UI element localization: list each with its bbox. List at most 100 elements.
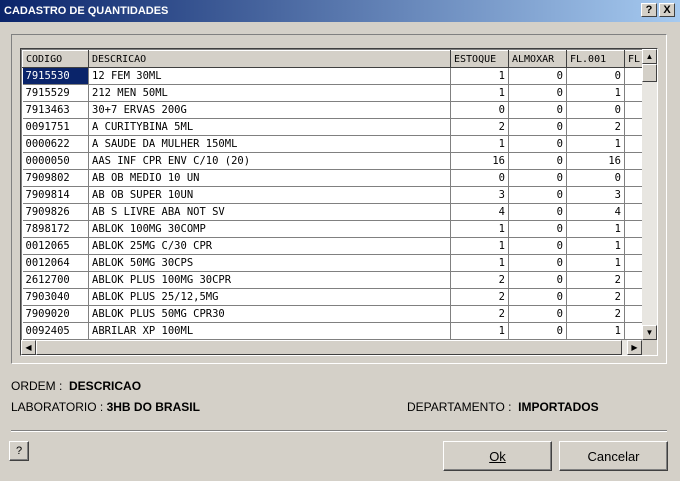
column-header[interactable]: ESTOQUE <box>450 50 509 68</box>
table-cell[interactable]: 1 <box>450 254 509 272</box>
table-cell[interactable]: 0000050 <box>22 152 89 170</box>
table-cell[interactable]: 1 <box>450 135 509 153</box>
table-cell[interactable]: 0 <box>508 288 567 306</box>
horizontal-scrollbar[interactable]: ◀ ▶ <box>21 340 642 355</box>
table-cell[interactable]: 0012064 <box>22 254 89 272</box>
table-row[interactable]: 7909802 AB OB MEDIO 10 UN 0 0 0 <box>22 169 645 187</box>
table-cell[interactable]: 0 <box>508 101 567 119</box>
cancel-button[interactable]: Cancelar <box>559 441 668 471</box>
table-cell[interactable]: 1 <box>450 237 509 255</box>
table-row[interactable]: 7909020 ABLOK PLUS 50MG CPR30 2 0 2 <box>22 305 645 323</box>
table-cell[interactable]: 1 <box>450 67 509 85</box>
table-row[interactable]: 2612700 ABLOK PLUS 100MG 30CPR 2 0 2 <box>22 271 645 289</box>
table-cell[interactable]: 3 <box>450 186 509 204</box>
table-cell[interactable]: 1 <box>566 322 625 340</box>
table-cell[interactable]: ABLOK 100MG 30COMP <box>88 220 451 238</box>
table-cell[interactable]: 1 <box>450 322 509 340</box>
table-row[interactable]: 0000050 AAS INF CPR ENV C/10 (20) 16 0 16 <box>22 152 645 170</box>
table-cell[interactable]: 1 <box>566 84 625 102</box>
table-row[interactable]: 7898172 ABLOK 100MG 30COMP 1 0 1 <box>22 220 645 238</box>
table-cell[interactable]: 0 <box>566 101 625 119</box>
table-row[interactable]: 7903040 ABLOK PLUS 25/12,5MG 2 0 2 <box>22 288 645 306</box>
table-cell[interactable]: 2 <box>450 288 509 306</box>
table-row[interactable]: 0091751 A CURITYBINA 5ML 2 0 2 <box>22 118 645 136</box>
title-help-button[interactable]: ? <box>641 3 657 17</box>
table-cell[interactable]: 0 <box>566 67 625 85</box>
table-cell[interactable]: 1 <box>450 84 509 102</box>
table-cell[interactable]: 7909814 <box>22 186 89 204</box>
column-header[interactable]: DESCRICAO <box>88 50 451 68</box>
table-cell[interactable]: 2 <box>566 305 625 323</box>
table-cell[interactable]: ABLOK 25MG C/30 CPR <box>88 237 451 255</box>
column-header[interactable]: ALMOXAR <box>508 50 567 68</box>
table-cell[interactable]: 212 MEN 50ML <box>88 84 451 102</box>
table-cell[interactable]: 0 <box>450 101 509 119</box>
table-cell[interactable]: 7909802 <box>22 169 89 187</box>
table-cell[interactable]: AB OB SUPER 10UN <box>88 186 451 204</box>
table-cell[interactable]: 0 <box>508 118 567 136</box>
close-button[interactable]: X <box>659 3 675 17</box>
scroll-down-icon[interactable]: ▼ <box>642 325 657 340</box>
table-cell[interactable]: 2 <box>450 271 509 289</box>
column-header[interactable]: FL.001 <box>566 50 625 68</box>
table-cell[interactable]: A CURITYBINA 5ML <box>88 118 451 136</box>
table-cell[interactable]: 4 <box>450 203 509 221</box>
table-cell[interactable]: 7903040 <box>22 288 89 306</box>
table-cell[interactable]: 30+7 ERVAS 200G <box>88 101 451 119</box>
table-cell[interactable]: 0012065 <box>22 237 89 255</box>
column-header[interactable]: CODIGO <box>22 50 89 68</box>
table-cell[interactable]: 1 <box>566 135 625 153</box>
table-row[interactable]: 7915529 212 MEN 50ML 1 0 1 <box>22 84 645 102</box>
table-cell[interactable]: 0 <box>508 220 567 238</box>
table-cell[interactable]: 0 <box>508 322 567 340</box>
table-cell[interactable]: 4 <box>566 203 625 221</box>
table-cell[interactable]: ABLOK PLUS 50MG CPR30 <box>88 305 451 323</box>
scroll-up-icon[interactable]: ▲ <box>642 49 657 64</box>
table-cell[interactable]: 2 <box>566 118 625 136</box>
table-cell[interactable]: 16 <box>450 152 509 170</box>
scroll-left-icon[interactable]: ◀ <box>21 340 36 355</box>
table-cell[interactable]: 0 <box>508 152 567 170</box>
table-cell[interactable]: 7913463 <box>22 101 89 119</box>
table-cell[interactable]: 1 <box>450 220 509 238</box>
table-row[interactable]: 7913463 30+7 ERVAS 200G 0 0 0 <box>22 101 645 119</box>
table-cell[interactable]: ABLOK 50MG 30CPS <box>88 254 451 272</box>
table-cell[interactable]: 0 <box>508 203 567 221</box>
table-cell[interactable]: 7898172 <box>22 220 89 238</box>
table-cell[interactable]: 1 <box>566 237 625 255</box>
table-cell[interactable]: 0 <box>508 135 567 153</box>
table-cell[interactable]: 0 <box>508 84 567 102</box>
table-cell[interactable]: 0000622 <box>22 135 89 153</box>
table-cell[interactable]: 0091751 <box>22 118 89 136</box>
table-cell[interactable]: ABRILAR XP 100ML <box>88 322 451 340</box>
table-row[interactable]: 7915530 12 FEM 30ML 1 0 0 <box>22 67 645 85</box>
table-cell[interactable]: 2 <box>450 118 509 136</box>
vertical-scrollbar[interactable]: ▲ ▼ <box>642 49 657 340</box>
table-cell[interactable]: 2 <box>566 271 625 289</box>
table-cell[interactable]: AB OB MEDIO 10 UN <box>88 169 451 187</box>
table-cell[interactable]: 0 <box>508 237 567 255</box>
table-cell[interactable]: 16 <box>566 152 625 170</box>
table-cell[interactable]: 0 <box>508 305 567 323</box>
scroll-right-icon[interactable]: ▶ <box>627 340 642 355</box>
table-cell[interactable]: A SAUDE DA MULHER 150ML <box>88 135 451 153</box>
table-cell[interactable]: 0 <box>508 67 567 85</box>
horizontal-scroll-thumb[interactable] <box>36 340 622 355</box>
table-cell[interactable]: 12 FEM 30ML <box>88 67 451 85</box>
table-cell[interactable]: ABLOK PLUS 100MG 30CPR <box>88 271 451 289</box>
table-cell[interactable]: 7915530 <box>22 67 89 85</box>
table-cell[interactable]: AB S LIVRE ABA NOT SV <box>88 203 451 221</box>
table-row[interactable]: 7909814 AB OB SUPER 10UN 3 0 3 <box>22 186 645 204</box>
table-cell[interactable]: 0 <box>508 254 567 272</box>
table-cell[interactable]: 1 <box>566 220 625 238</box>
quantities-grid[interactable]: CODIGO DESCRICAO ESTOQUE ALMOXAR FL.001 FL 79… <box>20 48 658 356</box>
table-cell[interactable]: 2 <box>566 288 625 306</box>
table-cell[interactable]: AAS INF CPR ENV C/10 (20) <box>88 152 451 170</box>
table-row[interactable]: 0012065 ABLOK 25MG C/30 CPR 1 0 1 <box>22 237 645 255</box>
table-cell[interactable]: 3 <box>566 186 625 204</box>
help-button[interactable]: ? <box>9 441 29 461</box>
table-row[interactable]: 0012064 ABLOK 50MG 30CPS 1 0 1 <box>22 254 645 272</box>
ok-button[interactable]: Ok <box>443 441 552 471</box>
vertical-scroll-thumb[interactable] <box>642 64 657 82</box>
table-cell[interactable]: ABLOK PLUS 25/12,5MG <box>88 288 451 306</box>
